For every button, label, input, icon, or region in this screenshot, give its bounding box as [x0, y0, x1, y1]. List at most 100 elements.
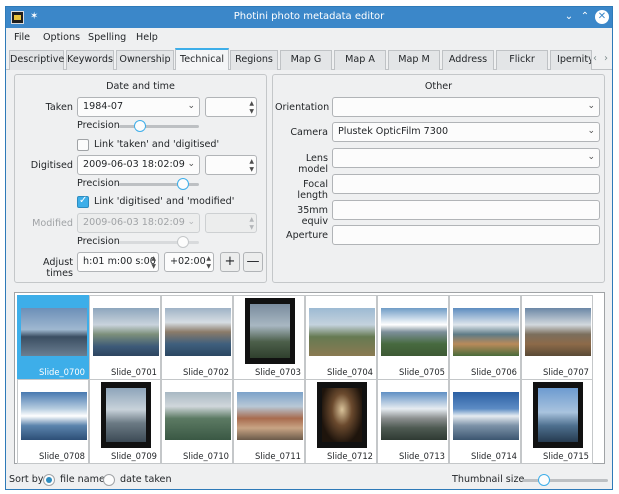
- modified-timezone-spin[interactable]: ▲ ▼: [205, 213, 257, 233]
- spin-down-icon[interactable]: ▼: [249, 108, 254, 115]
- tab-ownership[interactable]: Ownership: [116, 50, 174, 70]
- link-taken-digitised-checkbox[interactable]: [77, 139, 89, 151]
- chevron-right-icon[interactable]: ›: [604, 53, 608, 64]
- menu-options[interactable]: Options: [43, 32, 80, 43]
- thumbnail-grid[interactable]: Slide_0700 Slide_0701 Slide_0702 Slide_0…: [14, 292, 605, 464]
- link-digitised-modified-label: Link 'digitised' and 'modified': [94, 196, 235, 207]
- slider-handle[interactable]: [134, 120, 146, 132]
- thumbnail-caption: Slide_0705: [399, 367, 445, 377]
- spin-up-icon[interactable]: ▲: [206, 255, 211, 262]
- thumbnail-slide-0715[interactable]: Slide_0715: [521, 379, 593, 464]
- thumbnail-slide-0707[interactable]: Slide_0707: [521, 295, 593, 380]
- adjust-offset-spin[interactable]: h:01 m:00 s:00 ▲ ▼: [77, 252, 159, 272]
- spin-down-icon[interactable]: ▼: [249, 166, 254, 173]
- tab-map-g[interactable]: Map G: [280, 50, 332, 70]
- thumbnail-size-slider[interactable]: [522, 474, 608, 486]
- spin-down-icon[interactable]: ▼: [151, 263, 156, 270]
- spin-up-icon[interactable]: ▲: [249, 158, 254, 165]
- spin-down-icon[interactable]: ▼: [249, 224, 254, 231]
- slider-handle[interactable]: [177, 236, 189, 248]
- taken-label: Taken: [45, 102, 73, 113]
- lens-model-label: Lens model: [298, 153, 328, 175]
- menu-help[interactable]: Help: [136, 32, 158, 43]
- tab-ipernity[interactable]: Ipernity: [550, 50, 592, 70]
- thumbnail-slide-0711[interactable]: Slide_0711: [233, 379, 305, 464]
- thumbnail-slide-0709[interactable]: Slide_0709: [89, 379, 161, 464]
- thumbnail-slide-0700[interactable]: Slide_0700: [17, 295, 89, 380]
- add-offset-button[interactable]: +: [220, 252, 240, 272]
- thumbnail-slide-0704[interactable]: Slide_0704: [305, 295, 377, 380]
- focal-length-label: Focal length: [297, 179, 328, 201]
- sort-date-taken-radio[interactable]: [103, 474, 115, 486]
- lens-model-combo[interactable]: ⌄: [332, 148, 600, 168]
- thumbnail-slide-0714[interactable]: Slide_0714: [449, 379, 521, 464]
- modified-combo[interactable]: 2009-06-03 18:02:09 ⌄: [77, 213, 200, 233]
- photo-thumbnail: [317, 382, 367, 448]
- sort-date-taken-label: date taken: [120, 474, 172, 485]
- digitised-combo[interactable]: 2009-06-03 18:02:09 ⌄: [77, 155, 200, 175]
- digitised-timezone-spin[interactable]: ▲ ▼: [205, 155, 257, 175]
- tab-flickr[interactable]: Flickr: [496, 50, 548, 70]
- tab-address[interactable]: Address: [442, 50, 494, 70]
- sort-file-name-radio[interactable]: [43, 474, 55, 486]
- spin-up-icon[interactable]: ▲: [151, 255, 156, 262]
- spin-up-icon[interactable]: ▲: [249, 216, 254, 223]
- thumbnail-slide-0712[interactable]: Slide_0712: [305, 379, 377, 464]
- modified-precision-slider[interactable]: [119, 236, 199, 248]
- chevron-left-icon[interactable]: ‹: [593, 53, 597, 64]
- close-icon[interactable]: ✕: [595, 10, 609, 24]
- orientation-combo[interactable]: ⌄: [332, 97, 600, 117]
- spin-up-icon[interactable]: ▲: [249, 100, 254, 107]
- menu-file[interactable]: File: [14, 32, 30, 43]
- date-time-panel: Date and time Taken 1984-07 ⌄ ▲ ▼ Precis…: [14, 74, 267, 283]
- spin-down-icon[interactable]: ▼: [206, 263, 211, 270]
- aperture-label: Aperture: [286, 230, 328, 241]
- modified-precision-label: Precision: [77, 236, 120, 247]
- tab-regions[interactable]: Regions: [230, 50, 278, 70]
- thumbnail-slide-0705[interactable]: Slide_0705: [377, 295, 449, 380]
- equiv-35mm-input[interactable]: [332, 200, 600, 220]
- photo-thumbnail: [525, 308, 591, 356]
- minimize-icon[interactable]: ⌄: [562, 10, 576, 24]
- link-digitised-modified-checkbox[interactable]: [77, 195, 89, 208]
- taken-combo[interactable]: 1984-07 ⌄: [77, 97, 200, 117]
- tab-map-a[interactable]: Map A: [334, 50, 386, 70]
- photo-thumbnail: [93, 308, 159, 356]
- menu-spelling[interactable]: Spelling: [88, 32, 126, 43]
- photo-thumbnail: [245, 298, 295, 364]
- aperture-input[interactable]: [332, 225, 600, 245]
- taken-value: 1984-07: [83, 101, 124, 112]
- thumbnail-slide-0713[interactable]: Slide_0713: [377, 379, 449, 464]
- camera-combo[interactable]: Plustek OpticFilm 7300 ⌄: [332, 122, 600, 142]
- equiv-35mm-label: 35mm equiv: [297, 205, 328, 227]
- focal-length-input[interactable]: [332, 174, 600, 194]
- slider-handle[interactable]: [177, 178, 189, 190]
- thumbnail-slide-0706[interactable]: Slide_0706: [449, 295, 521, 380]
- tab-map-m[interactable]: Map M: [388, 50, 440, 70]
- photo-thumbnail: [453, 392, 519, 440]
- maximize-icon[interactable]: ⌃: [578, 10, 592, 24]
- thumbnail-caption: Slide_0714: [471, 451, 517, 461]
- thumbnail-slide-0702[interactable]: Slide_0702: [161, 295, 233, 380]
- adjust-tz-spin[interactable]: +02:00 ▲ ▼: [164, 252, 214, 272]
- photo-thumbnail: [21, 392, 87, 440]
- photo-thumbnail: [381, 308, 447, 356]
- sort-by-label: Sort by: [9, 474, 44, 485]
- photo-thumbnail: [165, 308, 231, 356]
- thumbnail-slide-0708[interactable]: Slide_0708: [17, 379, 89, 464]
- thumbnail-slide-0710[interactable]: Slide_0710: [161, 379, 233, 464]
- thumbnail-caption: Slide_0713: [399, 451, 445, 461]
- taken-timezone-spin[interactable]: ▲ ▼: [205, 97, 257, 117]
- tab-keywords[interactable]: Keywords: [66, 50, 114, 70]
- thumbnail-slide-0701[interactable]: Slide_0701: [89, 295, 161, 380]
- tab-technical[interactable]: Technical: [175, 48, 229, 70]
- remove-offset-button[interactable]: —: [243, 252, 263, 272]
- chevron-down-icon: ⌄: [587, 126, 595, 136]
- slider-handle[interactable]: [538, 474, 550, 486]
- thumbnail-slide-0703[interactable]: Slide_0703: [233, 295, 305, 380]
- thumbnail-caption: Slide_0701: [111, 367, 157, 377]
- taken-precision-slider[interactable]: [119, 120, 199, 132]
- tab-descriptive[interactable]: Descriptive: [9, 50, 64, 70]
- digitised-precision-slider[interactable]: [119, 178, 199, 190]
- title-bar[interactable]: ✶ Photini photo metadata editor ⌄ ⌃ ✕: [6, 7, 612, 28]
